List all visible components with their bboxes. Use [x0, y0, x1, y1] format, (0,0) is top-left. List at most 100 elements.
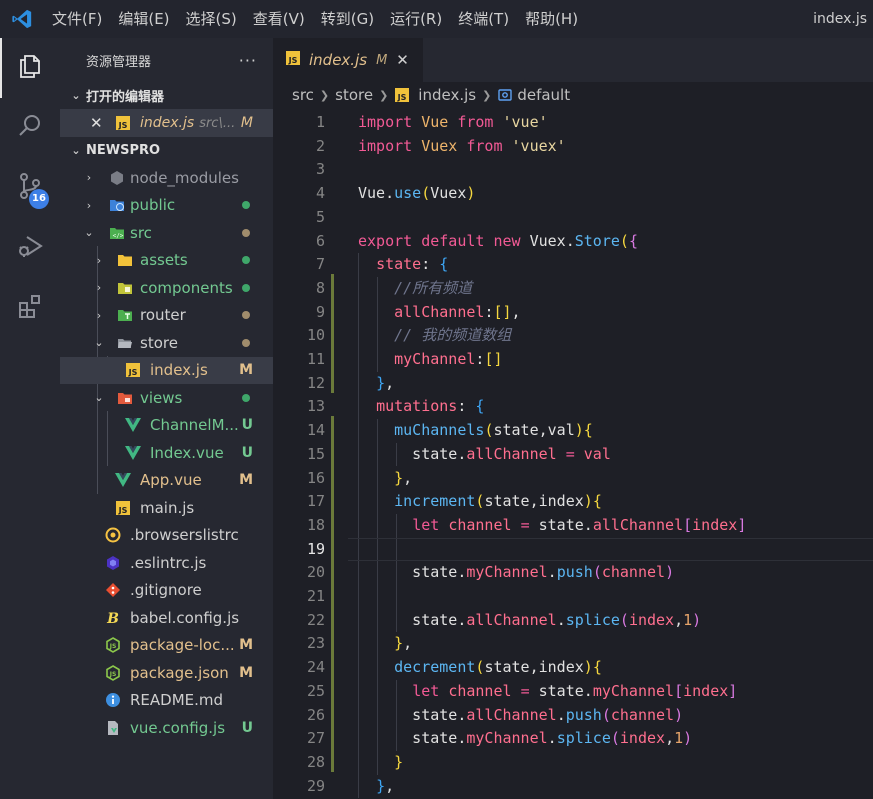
source-control-activity[interactable]: 16 — [0, 158, 60, 218]
menu-selection[interactable]: 选择(S) — [178, 0, 245, 38]
explorer-activity[interactable] — [0, 38, 60, 98]
svg-text:JS: JS — [118, 121, 128, 130]
code-token: Store — [574, 231, 620, 250]
router-folder-icon — [116, 306, 134, 324]
tree-item-node-modules[interactable]: › node_modules — [60, 164, 273, 191]
code-token: , — [674, 610, 684, 629]
code-line: 15 state.allChannel = val — [273, 443, 873, 467]
code-text: }, — [358, 467, 412, 491]
tree-item-store[interactable]: ⌄ store — [60, 329, 273, 356]
line-number: 1 — [315, 113, 325, 131]
vscode-logo-icon — [0, 0, 44, 38]
code-line: 11 myChannel:[] — [273, 348, 873, 372]
menu-help[interactable]: 帮助(H) — [517, 0, 586, 38]
code-token: state. — [358, 729, 467, 748]
code-line: 25 let channel = state.myChannel[index] — [273, 680, 873, 704]
code-token: ( — [601, 705, 611, 724]
code-token: muChannels — [394, 421, 485, 440]
code-text: myChannel:[] — [358, 348, 502, 372]
tree-item-readme[interactable]: README.md — [60, 687, 273, 714]
tree-item-app-vue[interactable]: App.vue M — [60, 467, 273, 494]
tree-item-label: index.js — [150, 361, 208, 379]
tree-item-public[interactable]: › public — [60, 192, 273, 219]
svg-text:JS: JS — [288, 56, 298, 65]
code-token: [ — [674, 681, 684, 700]
menu-file[interactable]: 文件(F) — [44, 0, 110, 38]
code-token: , — [403, 468, 413, 487]
code-line: 26 state.allChannel.push(channel) — [273, 704, 873, 728]
chevron-right-icon: ❯ — [482, 88, 492, 102]
code-token: = — [520, 515, 539, 534]
breadcrumb-src[interactable]: src — [292, 86, 314, 104]
tree-item-channel-vue[interactable]: ChannelM... U — [60, 412, 273, 439]
open-editor-item[interactable]: ✕ JS index.js src\... M — [60, 109, 273, 137]
project-section[interactable]: ⌄ NEWSPRO — [60, 137, 273, 164]
open-editors-title: 打开的编辑器 — [86, 90, 165, 105]
breadcrumb-file[interactable]: index.js — [418, 86, 476, 104]
line-number: 4 — [315, 184, 325, 203]
tree-item-views[interactable]: ⌄ views — [60, 384, 273, 411]
menu-run[interactable]: 运行(R) — [382, 0, 450, 38]
chevron-right-icon: › — [96, 308, 102, 322]
tree-item-src[interactable]: ⌄ </> src — [60, 219, 273, 246]
breadcrumb-symbol[interactable]: default — [517, 86, 570, 104]
code-text: // 我的频道数组 — [358, 324, 511, 348]
svg-text:JS: JS — [128, 368, 138, 377]
code-token: import — [358, 136, 422, 155]
code-line: 23 }, — [273, 632, 873, 656]
menu-terminal[interactable]: 终端(T) — [450, 0, 517, 38]
tree-item-main-js[interactable]: JS main.js — [60, 494, 273, 521]
tree-item-babel-config[interactable]: B babel.config.js — [60, 604, 273, 631]
code-token: let — [412, 515, 449, 534]
menu-go[interactable]: 转到(G) — [313, 0, 382, 38]
store-folder-icon — [116, 334, 134, 352]
line-number: 14 — [306, 421, 325, 440]
code-token: ) — [692, 610, 702, 629]
tree-item-gitignore[interactable]: .gitignore — [60, 577, 273, 604]
code-token: channel — [448, 681, 521, 700]
search-activity[interactable] — [0, 98, 60, 158]
tree-item-index-js[interactable]: JS index.js M — [60, 356, 273, 384]
code-token: allChannel — [466, 610, 557, 629]
title-bar: 文件(F) 编辑(E) 选择(S) 查看(V) 转到(G) 运行(R) 终端(T… — [0, 0, 873, 38]
current-line-highlight — [348, 537, 873, 562]
breadcrumb-store[interactable]: store — [335, 86, 373, 104]
tree-item-index-vue[interactable]: Index.vue U — [60, 439, 273, 466]
tree-item-vue-config[interactable]: vue.config.js U — [60, 714, 273, 741]
code-editor[interactable]: 1 import Vue from 'vue' 2 import Vuex from … — [273, 108, 873, 799]
status-dot — [242, 256, 250, 264]
close-tab-icon[interactable]: ✕ — [396, 51, 409, 69]
more-actions-icon[interactable]: ··· — [239, 51, 257, 70]
extensions-activity[interactable] — [0, 278, 60, 338]
tree-item-package-lock[interactable]: JS package-loc... M — [60, 632, 273, 659]
code-token: state. — [358, 610, 467, 629]
tree-item-label: .browserslistrc — [130, 526, 239, 544]
tree-item-package-json[interactable]: JS package.json M — [60, 659, 273, 686]
tab-label: index.js — [309, 51, 368, 69]
code-token: state,index — [484, 658, 584, 677]
tree-item-components[interactable]: › components — [60, 274, 273, 301]
close-editor-icon[interactable]: ✕ — [90, 114, 103, 132]
status-dot — [242, 228, 250, 237]
code-token: ) — [674, 705, 684, 724]
tree-item-router[interactable]: › router — [60, 302, 273, 329]
tree-item-eslintrc[interactable]: .eslintrc.js — [60, 549, 273, 576]
line-number: 20 — [306, 563, 325, 582]
run-debug-activity[interactable] — [0, 218, 60, 278]
code-line: 16 }, — [273, 467, 873, 491]
code-token: = — [520, 681, 539, 700]
svg-text:JS: JS — [109, 671, 117, 678]
vue-config-icon — [104, 719, 122, 737]
menu-edit[interactable]: 编辑(E) — [110, 0, 177, 38]
open-editors-section[interactable]: ⌄ 打开的编辑器 — [60, 82, 273, 109]
tree-item-browserslistrc[interactable]: .browserslistrc — [60, 522, 273, 549]
menu-view[interactable]: 查看(V) — [245, 0, 313, 38]
code-token: allChannel — [466, 444, 557, 463]
explorer-title: 资源管理器 — [86, 54, 152, 70]
chevron-right-icon: ❯ — [379, 88, 389, 102]
tree-item-assets[interactable]: › assets — [60, 247, 273, 274]
svg-text:JS: JS — [109, 643, 117, 650]
tab-index-js[interactable]: JS index.js M ✕ — [273, 38, 423, 82]
